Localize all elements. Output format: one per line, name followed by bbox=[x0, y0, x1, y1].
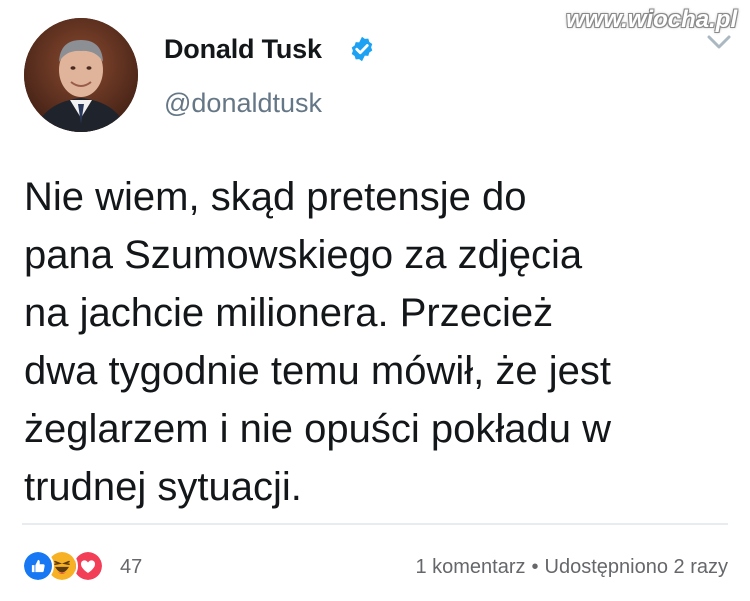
reaction-count[interactable]: 47 bbox=[120, 556, 142, 579]
card-divider bbox=[22, 523, 728, 525]
tweet-text-line: na jachcie milionera. Przecież bbox=[24, 291, 554, 335]
like-icon bbox=[22, 550, 54, 582]
tweet-text-line: pana Szumowskiego za zdjęcia bbox=[24, 233, 583, 277]
watermark: www.wiocha.pl bbox=[566, 6, 738, 33]
comments-link[interactable]: 1 komentarz bbox=[415, 556, 525, 578]
tweet-text-line: dwa tygodnie temu mówił, że jest bbox=[24, 349, 611, 393]
verified-badge-icon bbox=[351, 36, 373, 62]
tweet-text-line: trudnej sytuacji. bbox=[24, 465, 302, 509]
avatar[interactable] bbox=[24, 18, 138, 132]
tweet-card: Donald Tusk @donaldtusk www.wiocha.pl Ni… bbox=[0, 0, 750, 525]
author-handle[interactable]: @donaldtusk bbox=[164, 88, 322, 119]
tweet-text: Nie wiem, skąd pretensje do pana Szumows… bbox=[24, 168, 724, 516]
engagement-summary: 1 komentarz • Udostępniono 2 razy bbox=[415, 556, 728, 579]
reactions-bar: 47 1 komentarz • Udostępniono 2 razy bbox=[0, 540, 750, 590]
reaction-icons[interactable] bbox=[22, 550, 112, 584]
separator-dot: • bbox=[531, 556, 539, 578]
tweet-text-line: Nie wiem, skąd pretensje do bbox=[24, 175, 527, 219]
author-name[interactable]: Donald Tusk bbox=[164, 34, 322, 65]
avatar-photo bbox=[24, 18, 138, 132]
shares-link[interactable]: Udostępniono 2 razy bbox=[545, 556, 728, 578]
tweet-text-line: żeglarzem i nie opuści pokładu w bbox=[24, 407, 611, 451]
